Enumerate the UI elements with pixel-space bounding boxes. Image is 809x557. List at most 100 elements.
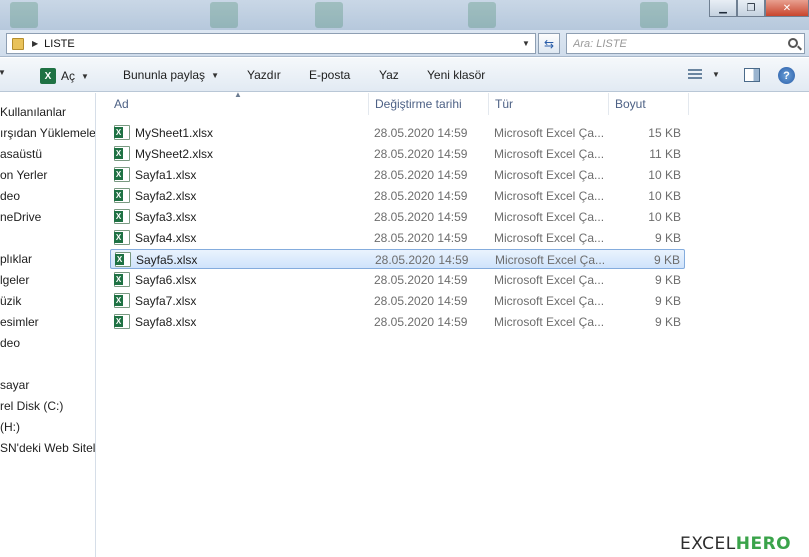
sidebar-item[interactable]: deo xyxy=(0,336,20,354)
title-bar: ▁ ❐ ✕ xyxy=(0,0,809,30)
excel-file-icon xyxy=(114,188,130,203)
file-row[interactable]: Sayfa7.xlsx 28.05.2020 14:59 Microsoft Exc… xyxy=(110,291,685,311)
background-excel-icon xyxy=(210,2,238,28)
refresh-button[interactable]: ⇆ xyxy=(538,33,560,54)
file-name: MySheet1.xlsx xyxy=(135,126,214,140)
print-button[interactable]: Yazdır xyxy=(247,68,281,82)
file-size: 10 KB xyxy=(648,168,681,182)
file-size: 11 KB xyxy=(649,147,681,161)
column-divider[interactable] xyxy=(488,93,489,115)
file-name: Sayfa5.xlsx xyxy=(136,253,198,267)
excel-file-icon xyxy=(114,167,130,182)
sidebar-item[interactable]: üzik xyxy=(0,294,21,312)
column-divider[interactable] xyxy=(608,93,609,115)
file-row[interactable]: Sayfa5.xlsx 28.05.2020 14:59 Microsoft Exc… xyxy=(110,249,685,269)
minimize-button[interactable]: ▁ xyxy=(709,0,737,17)
sidebar-item[interactable]: Kullanılanlar xyxy=(0,105,66,123)
close-button[interactable]: ✕ xyxy=(765,0,809,17)
file-row[interactable]: Sayfa1.xlsx 28.05.2020 14:59 Microsoft Exc… xyxy=(110,165,685,185)
file-row[interactable]: Sayfa4.xlsx 28.05.2020 14:59 Microsoft Exc… xyxy=(110,228,685,248)
excel-icon: X xyxy=(40,68,56,84)
file-modified: 28.05.2020 14:59 xyxy=(375,253,469,267)
file-size: 9 KB xyxy=(654,231,681,245)
file-row[interactable]: MySheet1.xlsx 28.05.2020 14:59 Microsoft E… xyxy=(110,123,685,143)
background-excel-icon xyxy=(315,2,343,28)
file-size: 10 KB xyxy=(648,210,681,224)
file-type: Microsoft Excel Ça... xyxy=(494,168,605,182)
search-box[interactable] xyxy=(566,33,805,54)
watermark-part2: HERO xyxy=(735,534,792,554)
chevron-down-icon: ▼ xyxy=(211,70,219,80)
sidebar-item[interactable]: asaüstü xyxy=(0,147,42,165)
file-name: Sayfa6.xlsx xyxy=(135,273,197,287)
column-header-modified[interactable]: Değiştirme tarihi xyxy=(371,93,486,115)
sidebar-item[interactable]: SN'deki Web Siteleri xyxy=(0,441,95,459)
file-name: Sayfa7.xlsx xyxy=(135,294,197,308)
file-row[interactable]: Sayfa2.xlsx 28.05.2020 14:59 Microsoft Exc… xyxy=(110,186,685,206)
file-name: Sayfa3.xlsx xyxy=(135,210,197,224)
new-folder-button[interactable]: Yeni klasör xyxy=(427,68,485,82)
file-type: Microsoft Excel Ça... xyxy=(494,147,605,161)
column-divider[interactable] xyxy=(688,93,689,115)
column-header-type-label: Tür xyxy=(495,97,513,111)
file-type: Microsoft Excel Ça... xyxy=(494,315,605,329)
file-row[interactable]: Sayfa6.xlsx 28.05.2020 14:59 Microsoft Exc… xyxy=(110,270,685,290)
column-header-size[interactable]: Boyut xyxy=(611,93,686,115)
sidebar-item[interactable]: rel Disk (C:) xyxy=(0,399,63,417)
column-header-name-label: Ad xyxy=(114,97,129,111)
sidebar-item[interactable]: sayar xyxy=(0,378,29,396)
maximize-button[interactable]: ❐ xyxy=(737,0,765,17)
file-modified: 28.05.2020 14:59 xyxy=(374,294,468,308)
chevron-down-icon[interactable]: ▼ xyxy=(712,70,720,79)
sidebar-item[interactable]: lgeler xyxy=(0,273,29,291)
search-input[interactable] xyxy=(573,37,783,50)
address-dropdown-icon[interactable]: ▼ xyxy=(519,36,533,51)
column-header-name[interactable]: Ad ▲ xyxy=(110,90,364,115)
command-bar: ▼ X Aç ▼ Bununla paylaş ▼ Yazdır E-posta… xyxy=(0,58,809,92)
excel-file-icon xyxy=(114,272,130,287)
file-size: 9 KB xyxy=(654,315,681,329)
sidebar-item[interactable]: deo xyxy=(0,189,20,207)
background-excel-icon xyxy=(10,2,38,28)
excel-file-icon xyxy=(114,230,130,245)
file-modified: 28.05.2020 14:59 xyxy=(374,168,468,182)
file-row[interactable]: Sayfa3.xlsx 28.05.2020 14:59 Microsoft Exc… xyxy=(110,207,685,227)
file-name: Sayfa4.xlsx xyxy=(135,231,197,245)
background-excel-icon xyxy=(468,2,496,28)
sidebar-item[interactable]: neDrive xyxy=(0,210,41,228)
search-icon[interactable] xyxy=(788,38,798,48)
file-row[interactable]: MySheet2.xlsx 28.05.2020 14:59 Microsoft E… xyxy=(110,144,685,164)
help-icon[interactable]: ? xyxy=(778,67,795,84)
sidebar-item[interactable]: esimler xyxy=(0,315,39,333)
preview-pane-icon[interactable] xyxy=(744,68,760,82)
sort-ascending-icon: ▲ xyxy=(234,90,242,99)
share-button[interactable]: Bununla paylaş ▼ xyxy=(123,68,219,82)
sidebar-item[interactable]: (H:) xyxy=(0,420,20,438)
breadcrumb-current[interactable]: LISTE xyxy=(44,38,75,50)
sidebar-item[interactable]: plıklar xyxy=(0,252,32,270)
folder-icon xyxy=(12,37,24,50)
file-list: Ad ▲ Değiştirme tarihi Tür Boyut MySheet… xyxy=(110,90,809,557)
window-controls: ▁ ❐ ✕ xyxy=(709,0,809,18)
file-row[interactable]: Sayfa8.xlsx 28.05.2020 14:59 Microsoft Exc… xyxy=(110,312,685,332)
file-modified: 28.05.2020 14:59 xyxy=(374,126,468,140)
column-divider[interactable] xyxy=(368,93,369,115)
chevron-down-icon[interactable]: ▼ xyxy=(81,72,89,81)
file-name: Sayfa2.xlsx xyxy=(135,189,197,203)
breadcrumb-chevron-icon[interactable]: ▶ xyxy=(32,39,38,48)
file-type: Microsoft Excel Ça... xyxy=(495,253,606,267)
views-icon[interactable] xyxy=(688,69,702,81)
file-name: Sayfa8.xlsx xyxy=(135,315,197,329)
column-header-type[interactable]: Tür xyxy=(491,93,606,115)
background-excel-icon xyxy=(640,2,668,28)
burn-button[interactable]: Yaz xyxy=(379,68,399,82)
file-name: MySheet2.xlsx xyxy=(135,147,214,161)
sidebar-item[interactable]: ırşıdan Yüklemeler xyxy=(0,126,95,144)
sidebar-item[interactable]: on Yerler xyxy=(0,168,47,186)
email-button[interactable]: E-posta xyxy=(309,68,350,82)
address-row: ▶ LISTE ▼ ⇆ xyxy=(0,30,809,57)
share-label: Bununla paylaş xyxy=(123,68,206,82)
address-bar[interactable]: ▶ LISTE ▼ xyxy=(6,33,536,54)
organize-caret-icon[interactable]: ▼ xyxy=(0,68,6,77)
open-button[interactable]: X Aç ▼ xyxy=(40,68,89,84)
